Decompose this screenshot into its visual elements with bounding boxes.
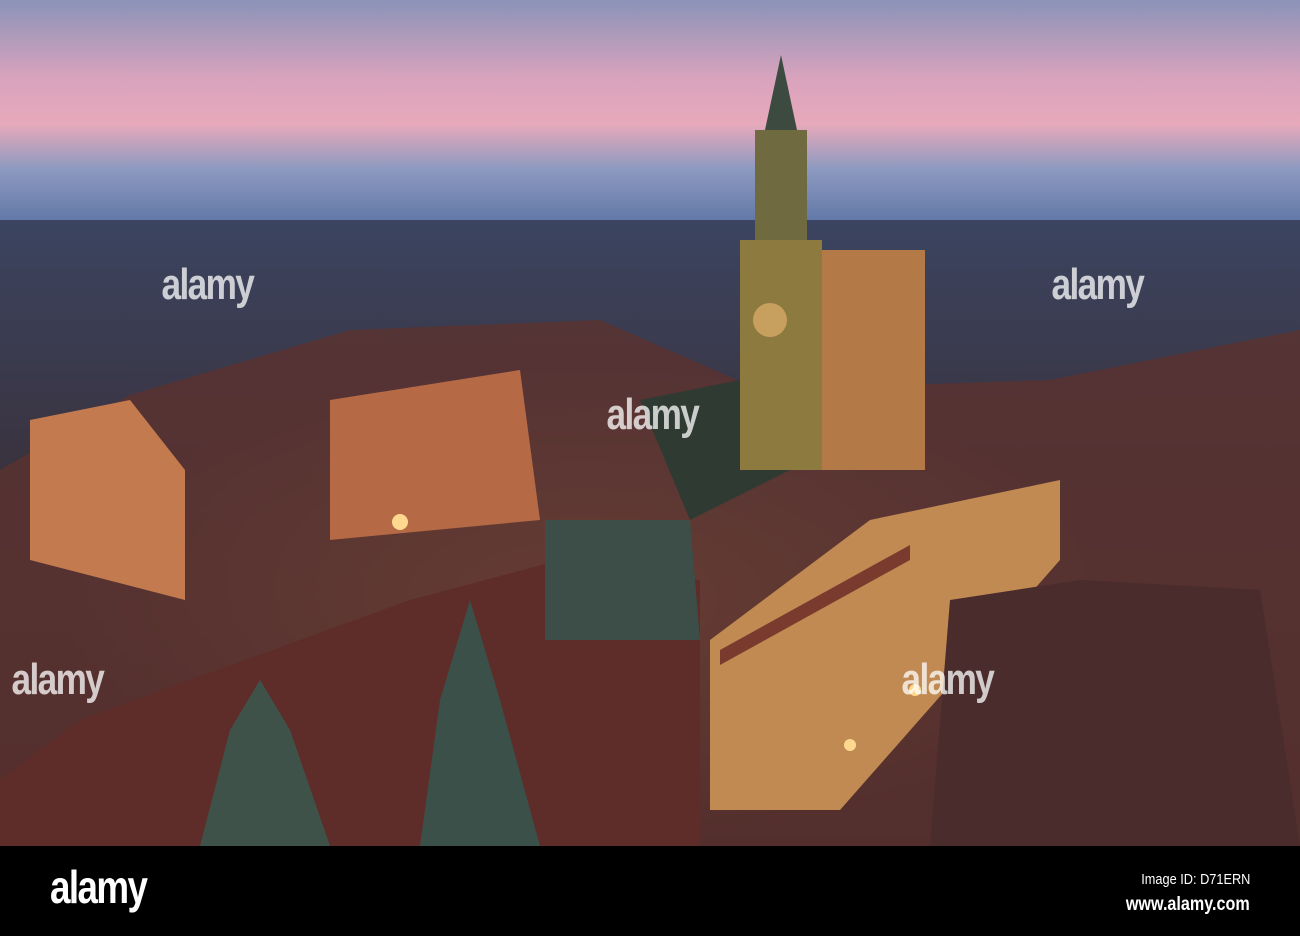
watermark: alamy [11,655,104,704]
footer-bar: alamy Image ID: D71ERN www.alamy.com [0,846,1300,936]
watermark: alamy [901,655,994,704]
website-link[interactable]: www.alamy.com [1126,894,1250,916]
stock-photo-page: alamy alamy alamy alamy alamy alamy Imag… [0,0,1300,936]
image-id: Image ID: D71ERN [1140,871,1250,888]
watermark: alamy [606,390,699,439]
watermark: alamy [161,260,254,309]
sky [0,0,1300,225]
town-hall-tower [740,240,822,470]
watermark: alamy [1051,260,1144,309]
alamy-logo[interactable]: alamy [50,860,148,914]
